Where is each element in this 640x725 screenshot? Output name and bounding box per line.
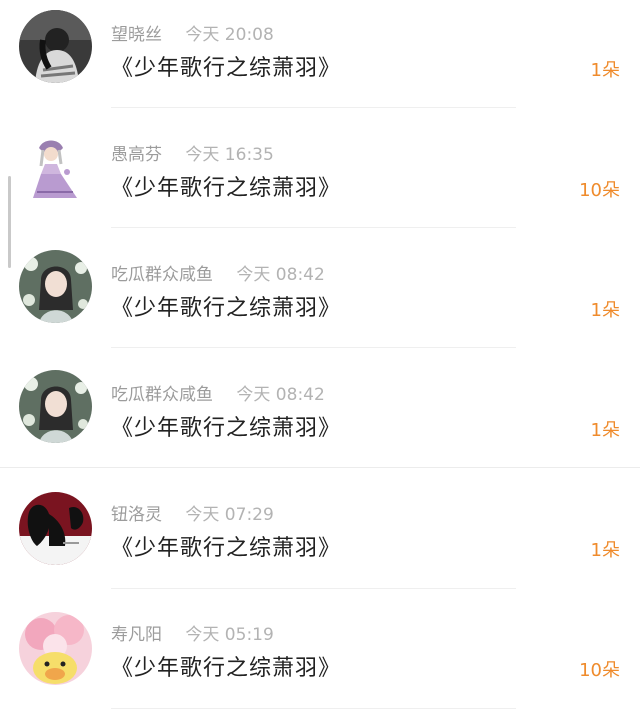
item-meta: 钮洛灵 今天 07:29 xyxy=(111,500,274,526)
user-name[interactable]: 愚高芬 xyxy=(111,145,162,165)
timestamp: 今天 20:08 xyxy=(185,25,274,45)
list-item[interactable]: 望晓丝 今天 20:08 《少年歌行之综萧羽》 1朵 xyxy=(0,0,640,120)
list-item[interactable]: 吃瓜群众咸鱼 今天 08:42 《少年歌行之综萧羽》 1朵 xyxy=(0,360,640,480)
divider xyxy=(111,107,516,108)
list-item[interactable]: 钮洛灵 今天 07:29 《少年歌行之综萧羽》 1朵 xyxy=(0,480,640,600)
user-name[interactable]: 吃瓜群众咸鱼 xyxy=(111,265,213,285)
divider xyxy=(111,347,516,348)
list-item[interactable]: 寿凡阳 今天 05:19 《少年歌行之综萧羽》 10朵 xyxy=(0,600,640,720)
timestamp: 今天 05:19 xyxy=(185,625,274,645)
divider xyxy=(111,708,516,709)
gift-count: 1朵 xyxy=(590,60,620,81)
avatar-figure-icon xyxy=(19,130,92,203)
list-item[interactable]: 愚高芬 今天 16:35 《少年歌行之综萧羽》 10朵 xyxy=(0,120,640,240)
gift-count: 1朵 xyxy=(590,420,620,441)
avatar[interactable] xyxy=(19,250,92,323)
timestamp: 今天 08:42 xyxy=(236,265,325,285)
divider xyxy=(111,588,516,589)
timestamp: 今天 16:35 xyxy=(185,145,274,165)
book-title[interactable]: 《少年歌行之综萧羽》 xyxy=(111,170,341,202)
avatar[interactable] xyxy=(19,10,92,83)
timestamp: 今天 07:29 xyxy=(185,505,274,525)
book-title[interactable]: 《少年歌行之综萧羽》 xyxy=(111,50,341,82)
avatar[interactable] xyxy=(19,492,92,565)
user-name[interactable]: 钮洛灵 xyxy=(111,505,162,525)
scrollbar[interactable] xyxy=(8,176,11,268)
list-item[interactable]: 吃瓜群众咸鱼 今天 08:42 《少年歌行之综萧羽》 1朵 xyxy=(0,240,640,360)
avatar[interactable] xyxy=(19,130,92,203)
user-name[interactable]: 望晓丝 xyxy=(111,25,162,45)
book-title[interactable]: 《少年歌行之综萧羽》 xyxy=(111,290,341,322)
avatar-photo-icon xyxy=(19,10,92,83)
divider xyxy=(111,227,516,228)
avatar-portrait-icon xyxy=(19,370,92,443)
item-meta: 望晓丝 今天 20:08 xyxy=(111,20,274,46)
gift-count: 10朵 xyxy=(579,180,620,201)
avatar[interactable] xyxy=(19,370,92,443)
item-meta: 愚高芬 今天 16:35 xyxy=(111,140,274,166)
timestamp: 今天 08:42 xyxy=(236,385,325,405)
divider xyxy=(0,467,640,468)
book-title[interactable]: 《少年歌行之综萧羽》 xyxy=(111,410,341,442)
gift-count: 10朵 xyxy=(579,660,620,681)
avatar-duck-icon xyxy=(19,612,92,685)
item-meta: 吃瓜群众咸鱼 今天 08:42 xyxy=(111,380,325,406)
gift-count: 1朵 xyxy=(590,300,620,321)
gift-record-list: 望晓丝 今天 20:08 《少年歌行之综萧羽》 1朵 愚高芬 今天 16:35 … xyxy=(0,0,640,725)
avatar[interactable] xyxy=(19,612,92,685)
item-meta: 吃瓜群众咸鱼 今天 08:42 xyxy=(111,260,325,286)
avatar-graphic-icon xyxy=(19,492,92,565)
gift-count: 1朵 xyxy=(590,540,620,561)
avatar-portrait-icon xyxy=(19,250,92,323)
book-title[interactable]: 《少年歌行之综萧羽》 xyxy=(111,650,341,682)
user-name[interactable]: 吃瓜群众咸鱼 xyxy=(111,385,213,405)
book-title[interactable]: 《少年歌行之综萧羽》 xyxy=(111,530,341,562)
user-name[interactable]: 寿凡阳 xyxy=(111,625,162,645)
item-meta: 寿凡阳 今天 05:19 xyxy=(111,620,274,646)
